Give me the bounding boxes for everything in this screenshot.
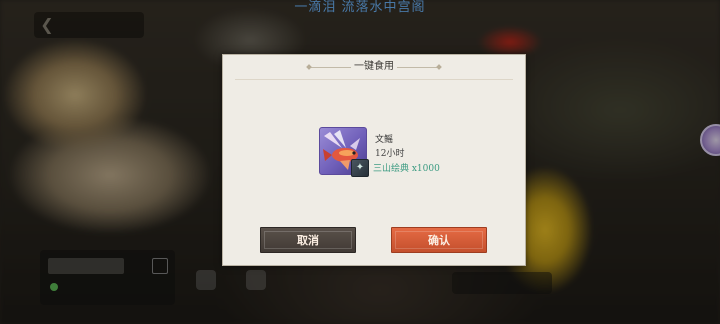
item-name: 文鳐 <box>375 135 394 145</box>
cancel-button[interactable]: 取消 <box>260 227 356 253</box>
reward-text: 三山绘典 x1000 <box>373 164 440 174</box>
dialog-title: 一键食用 <box>354 61 394 72</box>
quick-eat-dialog: 一键食用 文鳐 12小时 ✦ 三山绘典 x1000 取消 确认 <box>222 54 526 266</box>
title-ornament-left <box>311 67 351 68</box>
header-divider <box>235 79 513 80</box>
title-ornament-right <box>397 67 437 68</box>
confirm-button[interactable]: 确认 <box>391 227 487 253</box>
book-icon: ✦ <box>351 159 369 177</box>
item-duration: 12小时 <box>375 149 405 159</box>
